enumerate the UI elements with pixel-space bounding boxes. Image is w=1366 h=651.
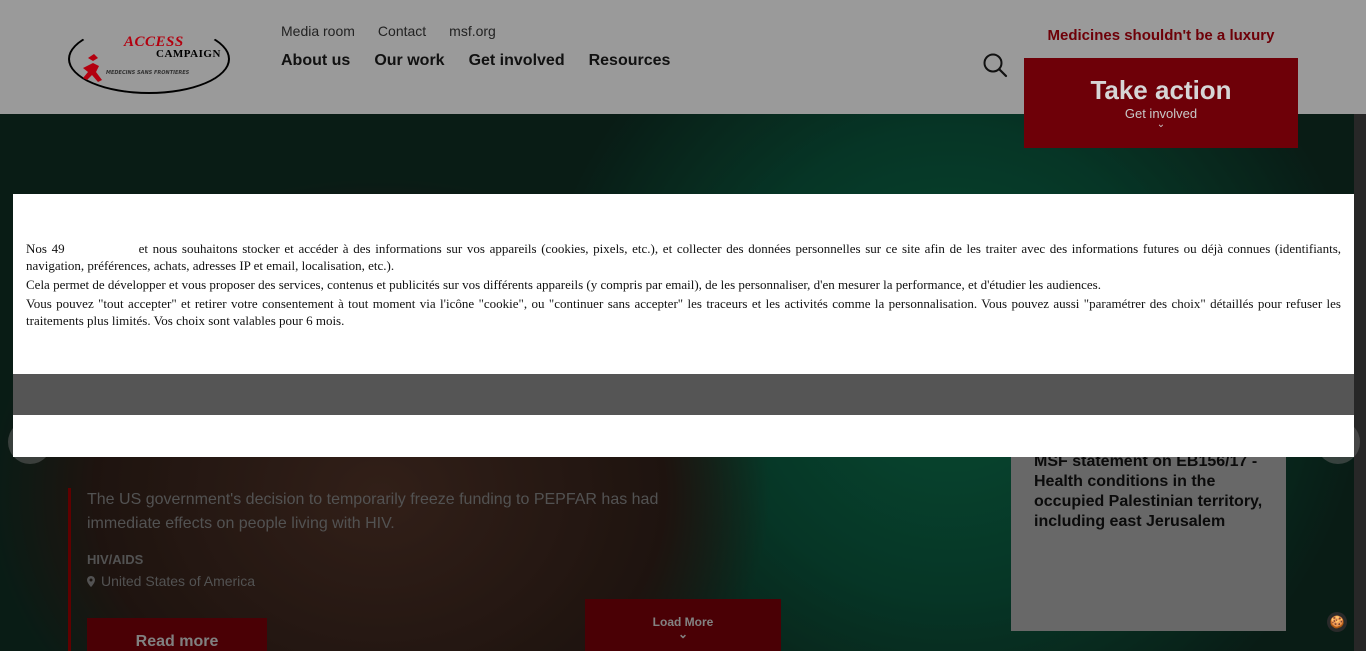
nav-about-us[interactable]: About us	[281, 52, 350, 70]
nav-get-involved[interactable]: Get involved	[469, 52, 565, 70]
site-header: ACCESS CAMPAIGN MEDECINS SANS FRONTIERES…	[0, 0, 1366, 148]
util-nav-media-room[interactable]: Media room	[281, 23, 355, 39]
consent-paragraph-1: Nos 49 et nous souhaitons stocker et accé…	[26, 240, 1341, 274]
access-campaign-logo[interactable]: ACCESS CAMPAIGN MEDECINS SANS FRONTIERES	[66, 22, 234, 96]
take-action-button[interactable]: Take action Get involved ⌄	[1024, 58, 1298, 148]
main-nav: About us Our work Get involved Resources	[281, 52, 670, 70]
cookie-icon[interactable]: 🍪	[1327, 612, 1347, 632]
chevron-down-icon: ⌄	[1156, 119, 1166, 130]
nav-our-work[interactable]: Our work	[374, 52, 444, 70]
consent-modal-divider	[13, 374, 1354, 415]
consent-paragraph-3: Vous pouvez "tout accepter" et retirer v…	[26, 296, 1341, 328]
consent-paragraph-2: Cela permet de développer et vous propos…	[26, 277, 1101, 292]
header-tagline: Medicines shouldn't be a luxury	[1047, 27, 1275, 44]
util-nav-msf-org[interactable]: msf.org	[449, 23, 496, 39]
take-action-title: Take action	[1090, 75, 1232, 105]
consent-modal-footer	[13, 415, 1354, 457]
logo-msf-text: MEDECINS SANS FRONTIERES	[106, 70, 190, 76]
search-icon[interactable]	[982, 52, 1008, 78]
consent-p1-rest: et nous souhaitons stocker et accéder à …	[26, 241, 1342, 273]
logo-campaign-text: CAMPAIGN	[156, 48, 221, 60]
consent-modal: Nos 49 et nous souhaitons stocker et accé…	[13, 194, 1354, 374]
util-nav-contact[interactable]: Contact	[378, 23, 426, 39]
nav-resources[interactable]: Resources	[589, 52, 671, 70]
consent-p1-start: Nos 49	[26, 241, 65, 256]
utility-nav: Media room Contact msf.org	[281, 23, 496, 39]
